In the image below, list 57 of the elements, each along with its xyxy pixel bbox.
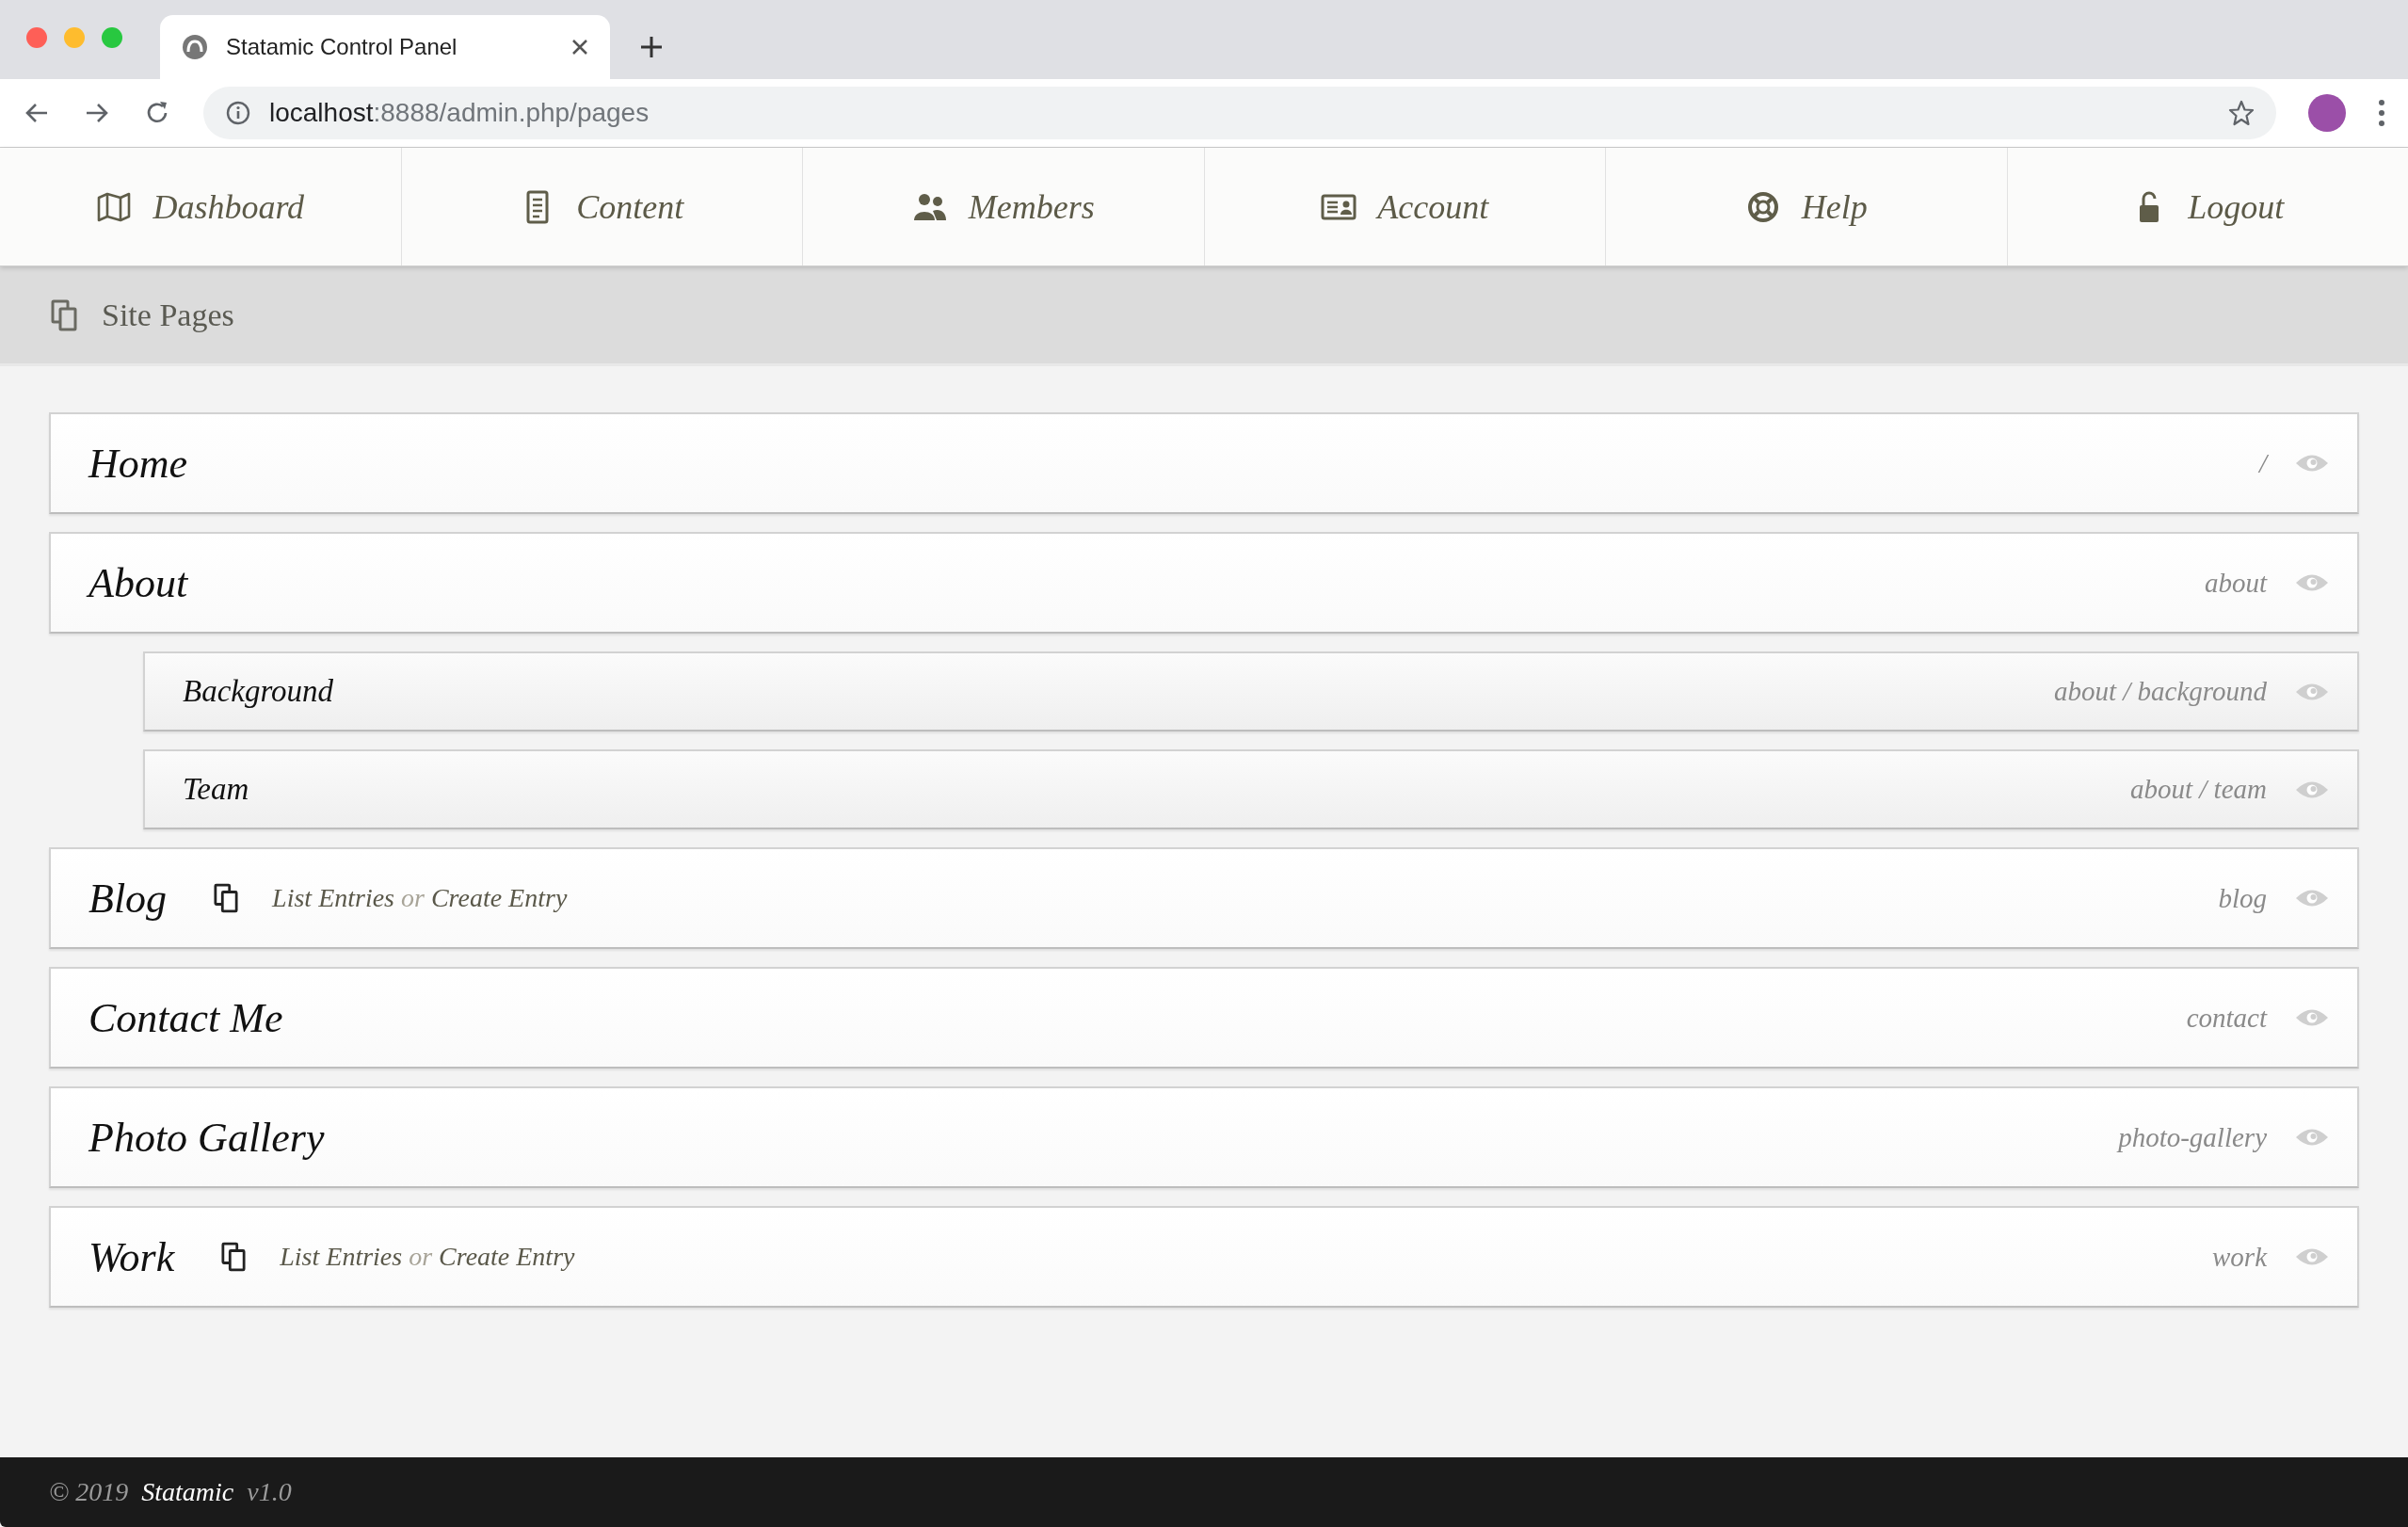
brand-name: Statamic: [141, 1477, 234, 1507]
nav-link[interactable]: Content: [401, 148, 803, 265]
nav-link[interactable]: Dashboard: [0, 148, 402, 265]
page-title[interactable]: Work: [88, 1232, 175, 1281]
plus-icon[interactable]: [638, 34, 665, 60]
page-slug: work: [2212, 1241, 2267, 1273]
profile-avatar[interactable]: [2308, 94, 2346, 132]
page-row[interactable]: Team about / team: [143, 749, 2359, 829]
version-text: v1.0: [247, 1477, 292, 1507]
eye-icon[interactable]: [2295, 1246, 2329, 1267]
eye-icon[interactable]: [2295, 888, 2329, 908]
page-slug: photo-gallery: [2118, 1121, 2267, 1153]
page-title[interactable]: Team: [183, 772, 249, 807]
page-title[interactable]: Contact Me: [88, 993, 283, 1042]
page-slug: blog: [2218, 882, 2267, 914]
breadcrumb-title: Site Pages: [102, 297, 234, 333]
menu-icon[interactable]: [2378, 99, 2385, 127]
page-row[interactable]: Contact Me contact: [49, 967, 2359, 1069]
page-slug: contact: [2186, 1002, 2267, 1034]
address-bar[interactable]: localhost:8888/admin.php/pages: [203, 87, 2276, 139]
page-slug: about / team: [2130, 774, 2267, 805]
page-row[interactable]: Photo Gallery photo-gallery: [49, 1086, 2359, 1188]
nav-link[interactable]: Help: [1606, 148, 2008, 265]
page-row[interactable]: Work List Entries or Create Entry work: [49, 1206, 2359, 1308]
url-text: localhost:8888/admin.php/pages: [269, 98, 650, 128]
page-row[interactable]: Blog List Entries or Create Entry blog: [49, 847, 2359, 949]
pages-icon: [214, 883, 239, 913]
close-icon[interactable]: [570, 38, 589, 56]
eye-icon[interactable]: [2295, 453, 2329, 474]
copyright-text: © 2019: [49, 1477, 129, 1507]
page-row[interactable]: About about: [49, 532, 2359, 634]
page-title[interactable]: Blog: [88, 874, 168, 923]
nav-link[interactable]: Account: [1204, 148, 1606, 265]
star-icon[interactable]: [2227, 99, 2255, 127]
window-control-button[interactable]: [64, 27, 85, 48]
nav-link[interactable]: Members: [803, 148, 1205, 265]
page-title[interactable]: Photo Gallery: [88, 1113, 325, 1162]
entries-links[interactable]: List Entries or Create Entry: [272, 883, 568, 913]
tab-title: Statamic Control Panel: [226, 34, 458, 60]
pages-icon: [221, 1242, 247, 1272]
eye-icon[interactable]: [2295, 1007, 2329, 1028]
nav-link[interactable]: Logout: [2007, 148, 2408, 265]
page-row[interactable]: Background about / background: [143, 651, 2359, 731]
page-slug: about / background: [2053, 676, 2267, 707]
page-slug: about: [2204, 567, 2267, 599]
window-control-button[interactable]: [26, 27, 47, 48]
entries-links[interactable]: List Entries or Create Entry: [280, 1242, 575, 1272]
page-title[interactable]: Home: [88, 439, 188, 488]
eye-icon[interactable]: [2295, 1127, 2329, 1148]
browser-tab[interactable]: Statamic Control Panel: [160, 15, 610, 79]
window-control-button[interactable]: [102, 27, 122, 48]
page-row[interactable]: Home /: [49, 412, 2359, 514]
eye-icon[interactable]: [2295, 572, 2329, 593]
page-title[interactable]: Background: [183, 674, 334, 709]
info-icon[interactable]: [224, 99, 252, 127]
pages-icon: [51, 298, 77, 331]
page-slug: /: [2258, 447, 2267, 479]
